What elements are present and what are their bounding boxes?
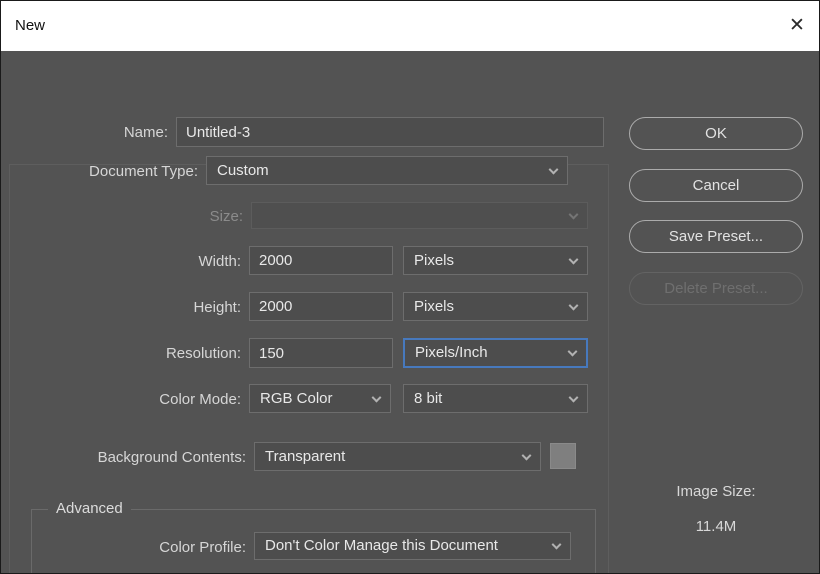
name-input[interactable] xyxy=(176,117,604,147)
ok-button[interactable]: OK xyxy=(629,117,803,150)
width-unit-select[interactable]: Pixels xyxy=(403,246,588,275)
color-mode-select[interactable]: RGB Color xyxy=(249,384,391,413)
close-icon[interactable]: ✕ xyxy=(785,14,809,37)
document-type-value: Custom xyxy=(217,161,269,179)
advanced-section-label: Advanced xyxy=(48,500,131,517)
height-unit-value: Pixels xyxy=(414,297,455,315)
name-label: Name: xyxy=(123,124,168,141)
height-label: Height: xyxy=(193,299,241,316)
new-document-dialog: New ✕ Advanced Name: Document Type: Cust… xyxy=(0,0,820,574)
image-size-label: Image Size: xyxy=(676,483,756,500)
color-profile-label: Color Profile: xyxy=(159,539,246,556)
size-label: Size: xyxy=(209,208,243,225)
chevron-down-icon xyxy=(371,392,382,403)
save-preset-button[interactable]: Save Preset... xyxy=(629,220,803,253)
bit-depth-select[interactable]: 8 bit xyxy=(403,384,588,413)
document-type-label: Document Type: xyxy=(89,163,198,180)
chevron-down-icon xyxy=(568,209,579,220)
document-type-select[interactable]: Custom xyxy=(206,156,568,185)
resolution-unit-value: Pixels/Inch xyxy=(415,344,488,362)
color-profile-select[interactable]: Don't Color Manage this Document xyxy=(254,532,571,560)
resolution-unit-select[interactable]: Pixels/Inch xyxy=(403,338,588,368)
size-select xyxy=(251,202,588,229)
background-contents-label: Background Contents: xyxy=(97,449,246,466)
delete-preset-button: Delete Preset... xyxy=(629,272,803,305)
background-contents-value: Transparent xyxy=(265,447,346,465)
chevron-down-icon xyxy=(568,300,579,311)
chevron-down-icon xyxy=(568,392,579,403)
chevron-down-icon xyxy=(567,346,578,357)
background-contents-select[interactable]: Transparent xyxy=(254,442,541,471)
cancel-button[interactable]: Cancel xyxy=(629,169,803,202)
image-size-value: 11.4M xyxy=(695,518,737,535)
chevron-down-icon xyxy=(551,539,562,550)
width-label: Width: xyxy=(198,253,241,270)
dialog-body: Advanced Name: Document Type: Custom Siz… xyxy=(1,51,819,573)
resolution-label: Resolution: xyxy=(165,345,241,362)
chevron-down-icon xyxy=(568,254,579,265)
background-color-swatch[interactable] xyxy=(550,443,576,469)
bit-depth-value: 8 bit xyxy=(414,389,443,407)
width-unit-value: Pixels xyxy=(414,251,455,269)
width-input[interactable] xyxy=(249,246,393,275)
chevron-down-icon xyxy=(521,450,532,461)
color-mode-value: RGB Color xyxy=(260,389,333,407)
titlebar[interactable]: New ✕ xyxy=(1,1,819,51)
chevron-down-icon xyxy=(548,164,559,175)
resolution-input[interactable] xyxy=(249,338,393,368)
color-profile-value: Don't Color Manage this Document xyxy=(265,537,498,555)
color-mode-label: Color Mode: xyxy=(159,391,241,408)
height-unit-select[interactable]: Pixels xyxy=(403,292,588,321)
dialog-title: New xyxy=(15,17,46,34)
height-input[interactable] xyxy=(249,292,393,321)
